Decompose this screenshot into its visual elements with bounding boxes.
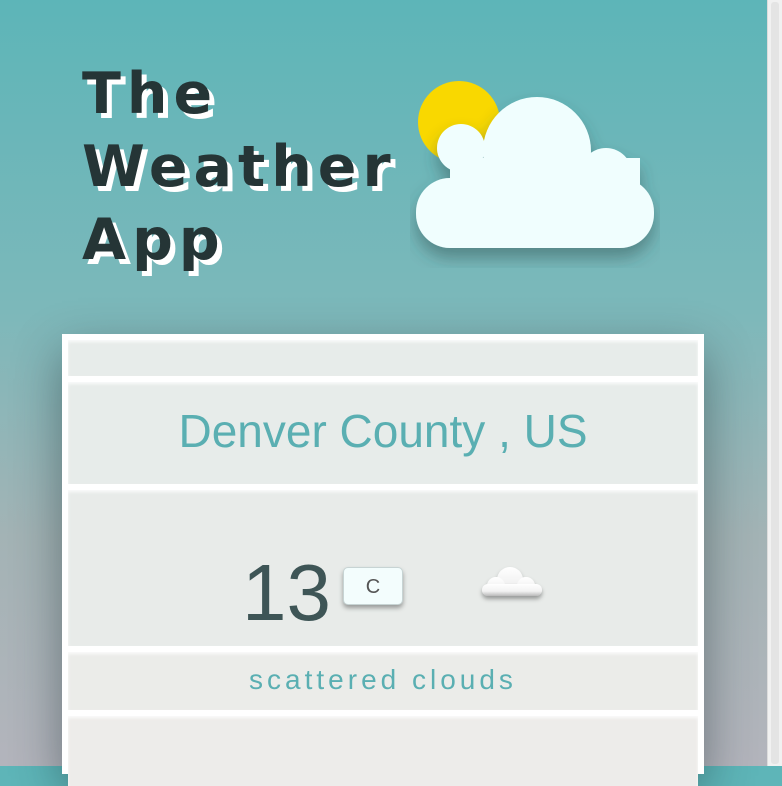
scrollbar-thumb[interactable] (771, 2, 779, 764)
description-row: scattered clouds (68, 652, 698, 710)
app-title: The Weather App (82, 58, 397, 277)
vertical-scrollbar[interactable] (767, 0, 782, 766)
temperature-value: 13 (242, 548, 331, 637)
app-title-line-1: The (82, 61, 219, 127)
app-title-line-3: App (82, 207, 226, 273)
unit-toggle-button[interactable]: C (343, 567, 403, 605)
card-top-row (68, 340, 698, 376)
sun-cloud-icon (416, 81, 654, 248)
weather-description: scattered clouds (249, 664, 517, 695)
location-row: Denver County , US (68, 382, 698, 484)
temperature-row: 13 C (68, 490, 698, 646)
scattered-clouds-icon (482, 567, 542, 596)
location-name: Denver County , US (178, 405, 588, 457)
weather-card: Denver County , US 13 C scattered clouds (62, 334, 704, 786)
app-title-line-2: Weather (82, 134, 397, 200)
card-bottom-row (68, 716, 698, 786)
